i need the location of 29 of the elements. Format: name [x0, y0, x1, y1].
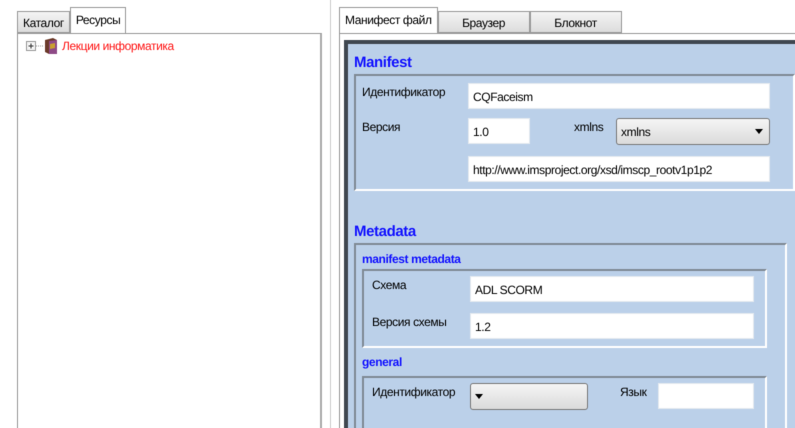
- subsection-title: manifest metadata: [362, 251, 462, 268]
- section-title: Metadata: [354, 222, 418, 242]
- dropdown[interactable]: xmlns: [616, 118, 770, 145]
- input-field[interactable]: CQFaceism: [468, 83, 770, 109]
- tree-item[interactable]: Лекции информатика: [62, 39, 174, 53]
- tab[interactable]: Каталог: [17, 11, 70, 33]
- tab[interactable]: Браузер: [438, 11, 530, 33]
- book-icon: [44, 38, 58, 54]
- input-field[interactable]: http://www.imsproject.org/xsd/imscp_rootv1p1p2: [468, 156, 770, 182]
- caret-icon: [755, 129, 763, 134]
- input-field[interactable]: 1.0: [468, 118, 530, 144]
- tab[interactable]: Манифест файл: [339, 7, 438, 33]
- field-label: Версия: [362, 119, 402, 134]
- field-label: Схема: [372, 277, 408, 292]
- input-field[interactable]: [658, 383, 754, 409]
- field-label: Идентификатор: [362, 84, 446, 99]
- field-label: xmlns: [574, 119, 604, 134]
- caret-icon: [475, 394, 483, 399]
- subsection-title: general: [362, 354, 403, 371]
- input-field[interactable]: 1.2: [470, 313, 754, 339]
- section-title: Manifest: [354, 53, 413, 73]
- input-field[interactable]: ADL SCORM: [470, 276, 754, 302]
- field-label: Язык: [620, 384, 648, 399]
- tab[interactable]: Блокнот: [530, 11, 622, 33]
- dropdown[interactable]: [470, 383, 588, 410]
- tab[interactable]: Ресурсы: [70, 7, 126, 33]
- field-label: Идентификатор: [372, 384, 456, 399]
- field-label: Версия схемы: [372, 314, 448, 329]
- expand-icon[interactable]: [26, 41, 44, 51]
